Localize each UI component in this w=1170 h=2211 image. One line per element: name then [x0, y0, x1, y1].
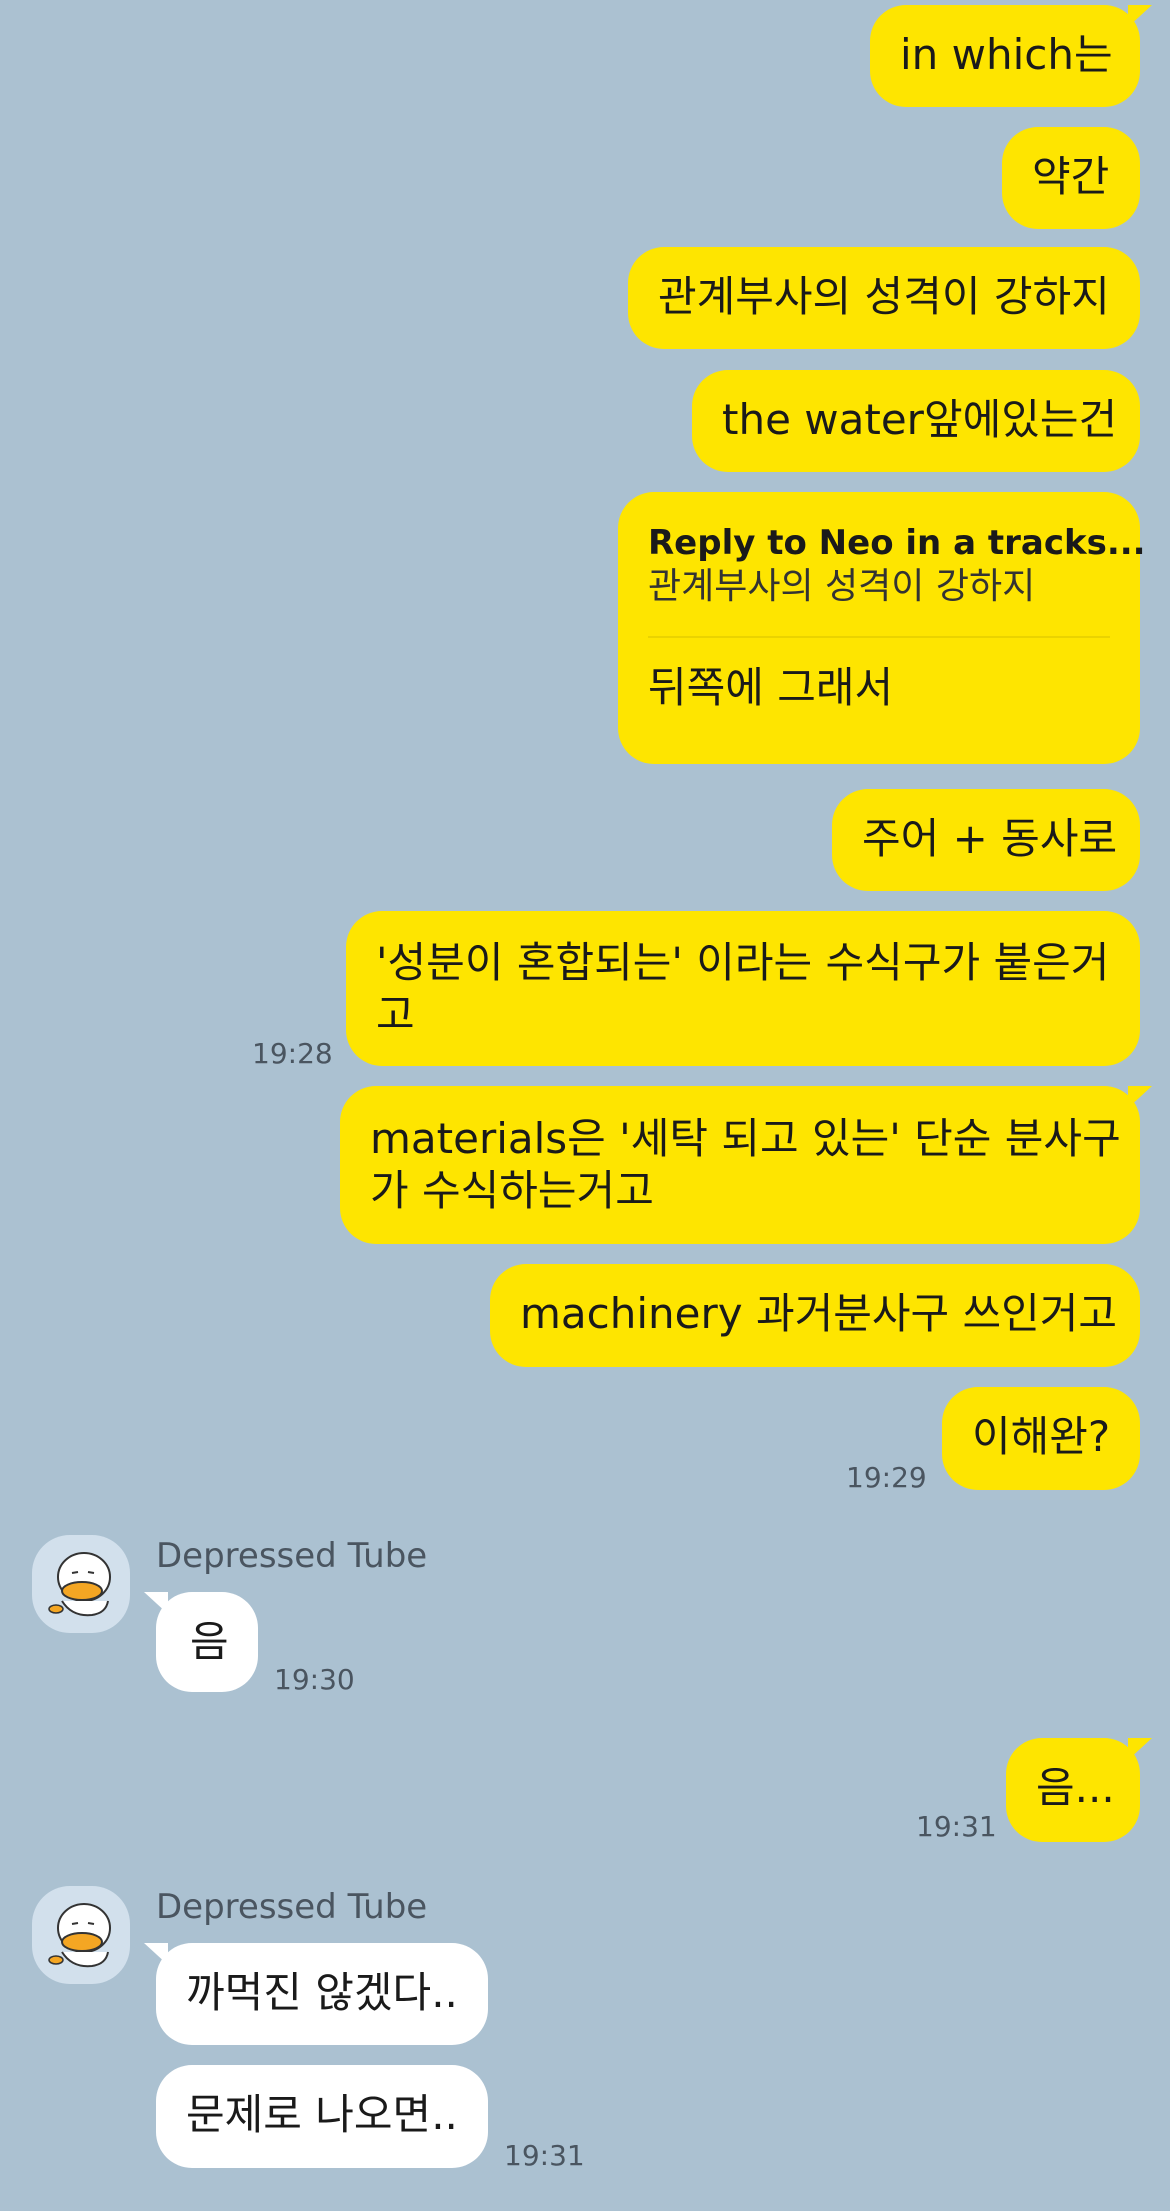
message-bubble[interactable]: '성분이 혼합되는' 이라는 수식구가 붙은거 고 — [346, 911, 1140, 1066]
reply-target: Reply to Neo in a tracks... — [648, 523, 1146, 563]
sender-name: Depressed Tube — [156, 1887, 428, 1927]
message-bubble[interactable]: 까먹진 않겠다.. — [144, 1943, 488, 2045]
message-time: 19:30 — [274, 1663, 355, 1696]
avatar[interactable] — [32, 1535, 130, 1633]
message-time: 19:28 — [252, 1037, 333, 1070]
message-bubble[interactable]: 문제로 나오면.. — [156, 2065, 488, 2168]
message-bubble[interactable]: 관계부사의 성격이 강하지 — [628, 247, 1140, 349]
duck-avatar-icon — [48, 1552, 111, 1617]
message-time: 19:29 — [846, 1461, 927, 1494]
message-bubble[interactable]: 음... — [1006, 1738, 1152, 1842]
message-bubble[interactable]: materials은 '세탁 되고 있는' 단순 분사구 가 수식하는거고 — [340, 1086, 1152, 1244]
quoted-text: 관계부사의 성격이 강하지 — [648, 566, 1036, 607]
message-text-line: 가 수식하는거고 — [370, 1166, 654, 1215]
sender-name: Depressed Tube — [156, 1536, 428, 1576]
message-text: machinery 과거분사구 쓰인거고 — [520, 1289, 1118, 1338]
message-text: 주어 + 동사로 — [862, 814, 1118, 863]
message-text: 음... — [1036, 1763, 1115, 1812]
message-text: 약간 — [1032, 152, 1110, 201]
message-time: 19:31 — [916, 1810, 997, 1843]
avatar[interactable] — [32, 1886, 130, 1984]
message-text: 문제로 나오면.. — [186, 2090, 458, 2139]
message-bubble[interactable]: 음 — [144, 1592, 258, 1692]
message-time: 19:31 — [504, 2139, 585, 2172]
duck-avatar-icon — [48, 1903, 111, 1968]
message-text: 까먹진 않겠다.. — [186, 1968, 458, 2017]
message-text: 이해완? — [972, 1412, 1111, 1461]
message-bubble[interactable]: in which는 — [870, 5, 1152, 107]
chat-room[interactable]: in which는 약간 관계부사의 성격이 강하지 the water앞에있는… — [0, 0, 1170, 2211]
message-bubble[interactable]: 약간 — [1002, 127, 1140, 229]
message-text: 관계부사의 성격이 강하지 — [658, 272, 1110, 321]
message-text: 뒤쪽에 그래서 — [648, 663, 894, 712]
message-text-line: materials은 '세탁 되고 있는' 단순 분사구 — [370, 1114, 1121, 1163]
message-text-line: '성분이 혼합되는' 이라는 수식구가 붙은거 — [376, 938, 1110, 987]
message-bubble[interactable]: machinery 과거분사구 쓰인거고 — [490, 1264, 1140, 1367]
message-text: the water앞에있는건 — [722, 395, 1118, 444]
reply-divider — [648, 636, 1110, 638]
message-text: in which는 — [900, 30, 1113, 79]
message-bubble[interactable]: 이해완? — [942, 1387, 1140, 1490]
message-text: 음 — [190, 1617, 229, 1666]
message-text-line: 고 — [376, 990, 415, 1039]
reply-message-bubble[interactable]: Reply to Neo in a tracks... 관계부사의 성격이 강하… — [618, 492, 1146, 764]
message-bubble[interactable]: 주어 + 동사로 — [832, 789, 1140, 891]
message-bubble[interactable]: the water앞에있는건 — [692, 370, 1140, 472]
